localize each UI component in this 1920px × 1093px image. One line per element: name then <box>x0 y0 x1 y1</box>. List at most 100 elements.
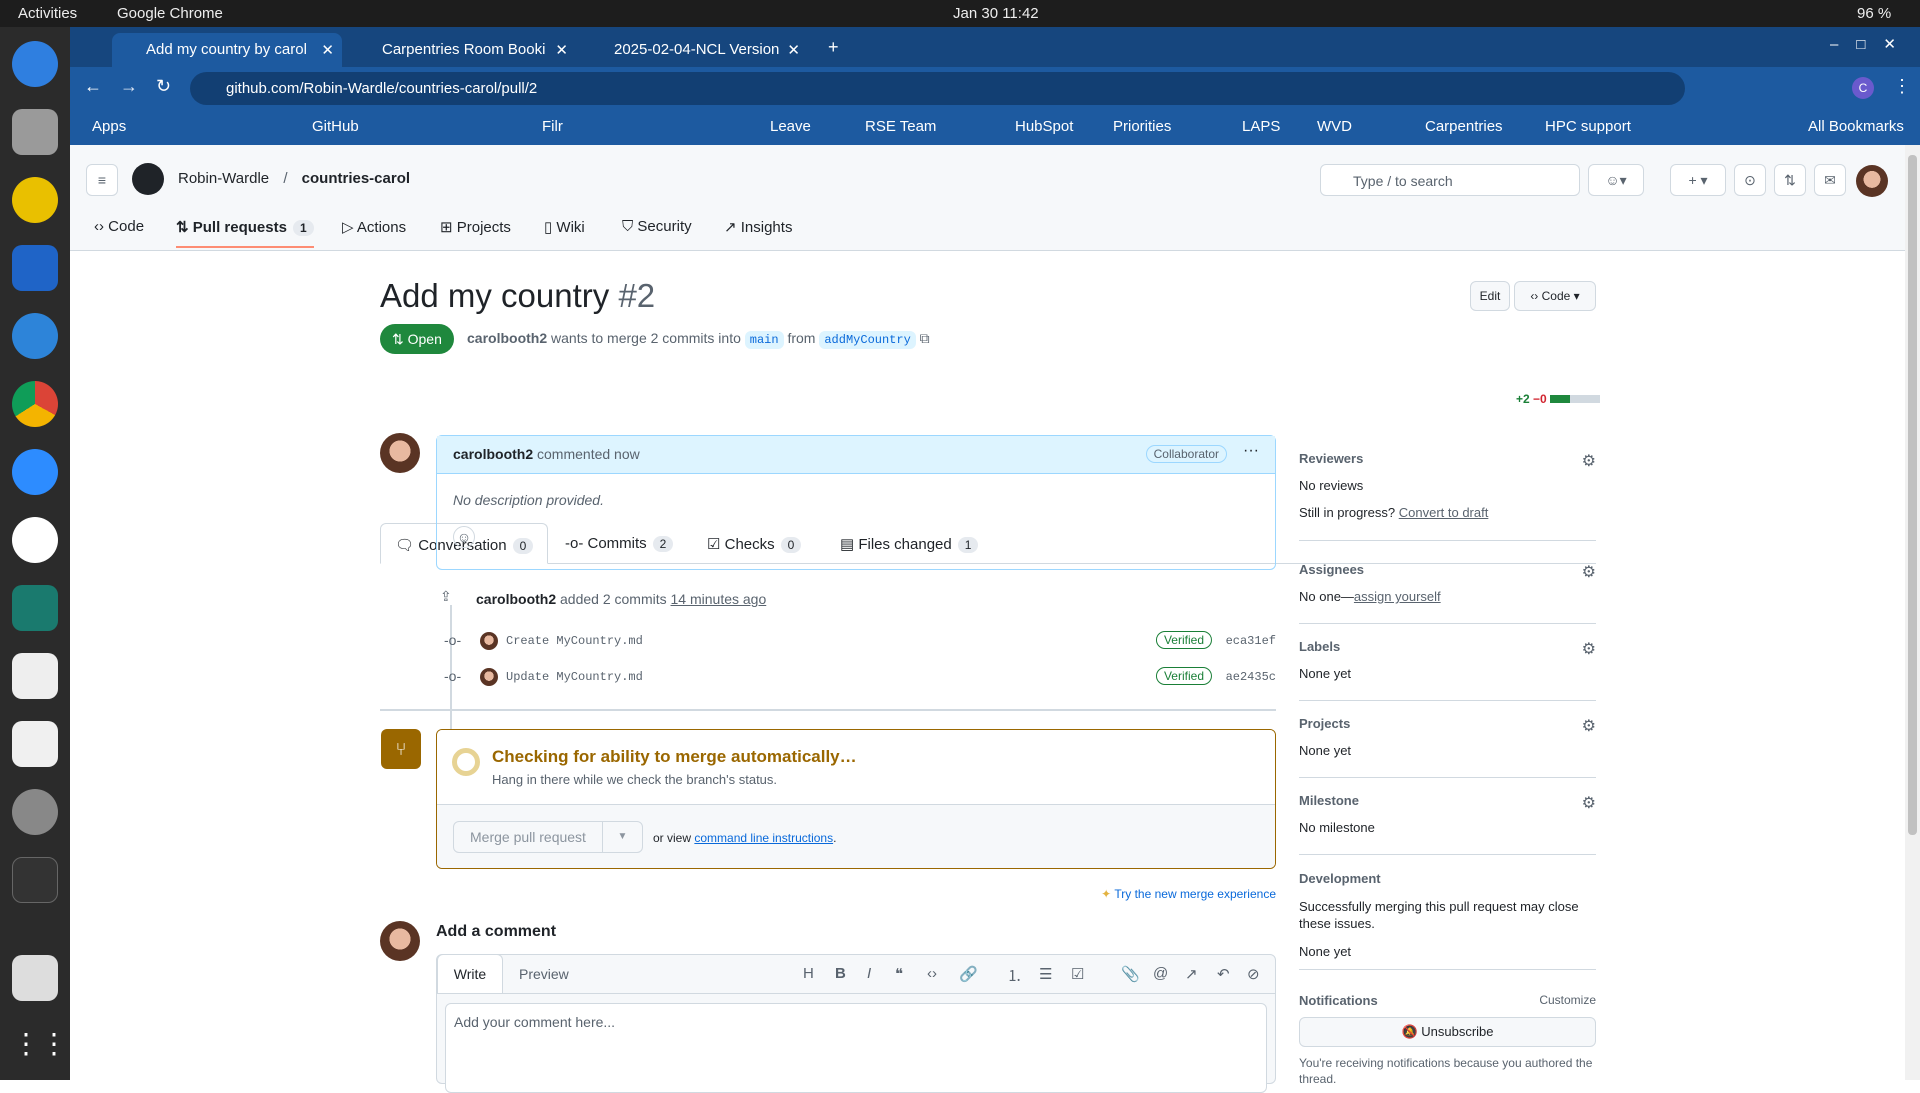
preview-tab[interactable]: Preview <box>519 966 569 982</box>
forward-icon[interactable]: → <box>120 76 138 97</box>
slack-icon[interactable] <box>12 517 58 563</box>
browser-tab[interactable]: Carpentries Room Booki ✕ <box>348 33 576 67</box>
address-bar[interactable]: github.com/Robin-Wardle/countries-carol/… <box>190 72 1685 105</box>
app-icon[interactable] <box>12 585 58 631</box>
mention-icon[interactable]: @ <box>1153 965 1168 982</box>
trash-icon[interactable] <box>12 955 58 1001</box>
menu-icon[interactable]: ⋮ <box>1893 76 1911 97</box>
reply-icon[interactable]: ↶ <box>1217 965 1230 983</box>
more-options-icon[interactable]: ··· <box>1243 442 1259 460</box>
verified-badge[interactable]: Verified <box>1155 667 1212 685</box>
close-icon[interactable]: ✕ <box>787 41 800 59</box>
commit-sha[interactable]: eca31ef <box>1226 634 1276 648</box>
bookmark[interactable]: Apps <box>92 118 126 135</box>
bold-icon[interactable]: B <box>835 965 846 982</box>
browser-tab[interactable]: 2025-02-04-NCL Version ✕ <box>580 33 808 67</box>
terminal-icon[interactable] <box>12 857 58 903</box>
event-author[interactable]: carolbooth2 <box>476 591 556 607</box>
italic-icon[interactable]: I <box>867 965 871 982</box>
customize-link[interactable]: Customize <box>1539 993 1596 1007</box>
profile-avatar[interactable]: C <box>1852 77 1874 99</box>
author-link[interactable]: carolbooth2 <box>467 330 547 346</box>
commit-message[interactable]: Create MyCountry.md <box>506 634 643 648</box>
search-input[interactable]: Type / to search <box>1320 164 1580 196</box>
bookmark[interactable]: Leave <box>770 118 811 135</box>
clock[interactable]: Jan 30 11:42 <box>953 5 1039 22</box>
bookmark-folder[interactable]: Carpentries <box>1425 118 1503 135</box>
gear-icon[interactable]: ⚙ <box>1582 451 1596 471</box>
commit-message[interactable]: Update MyCountry.md <box>506 670 643 684</box>
quote-icon[interactable]: ❝ <box>895 965 903 983</box>
nav-wiki[interactable]: ▯ Wiki <box>544 218 585 236</box>
bookmark[interactable]: Filr <box>542 118 563 135</box>
writer-icon[interactable] <box>12 245 58 291</box>
github-logo-icon[interactable] <box>132 163 164 195</box>
text-editor-icon[interactable] <box>12 721 58 767</box>
bookmark[interactable]: Priorities <box>1113 118 1171 135</box>
bookmark[interactable]: HubSpot <box>1015 118 1073 135</box>
edit-button[interactable]: Edit <box>1470 281 1510 311</box>
comment-time[interactable]: commented now <box>537 446 640 462</box>
cross-reference-icon[interactable]: ↗ <box>1185 965 1198 983</box>
bookmark-folder[interactable]: GitHub <box>312 118 359 135</box>
author-avatar[interactable] <box>380 433 420 473</box>
head-branch[interactable]: addMyCountry <box>819 331 916 349</box>
activities-button[interactable]: Activities <box>18 5 77 22</box>
issues-icon[interactable]: ⊙ <box>1734 164 1766 196</box>
nav-insights[interactable]: ↗ Insights <box>724 218 792 236</box>
merge-dropdown-icon[interactable]: ▼ <box>602 822 642 852</box>
unsubscribe-button[interactable]: 🔕 Unsubscribe <box>1299 1017 1596 1047</box>
new-tab-icon[interactable]: + <box>828 37 839 58</box>
sidebar-heading[interactable]: Labels <box>1299 639 1596 654</box>
close-icon[interactable]: ✕ <box>555 41 568 59</box>
chrome-icon[interactable] <box>12 381 58 427</box>
convert-to-draft-link[interactable]: Convert to draft <box>1399 505 1489 520</box>
create-new-button[interactable]: + ▾ <box>1670 164 1726 196</box>
assign-yourself-link[interactable]: assign yourself <box>1354 589 1441 604</box>
repo-owner-link[interactable]: Robin-Wardle <box>178 170 269 187</box>
heading-icon[interactable]: H <box>803 965 814 982</box>
attach-icon[interactable]: 📎 <box>1121 965 1140 983</box>
bookmark[interactable]: LAPS <box>1242 118 1280 135</box>
sidebar-heading[interactable]: Projects <box>1299 716 1596 731</box>
copilot-button[interactable]: ☺▾ <box>1588 164 1644 196</box>
bookmark[interactable]: WVD <box>1317 118 1352 135</box>
inbox-icon[interactable]: ✉ <box>1814 164 1846 196</box>
scrollbar-thumb[interactable] <box>1908 155 1917 835</box>
nav-actions[interactable]: ▷ Actions <box>342 218 406 236</box>
gear-icon[interactable]: ⚙ <box>1582 639 1596 659</box>
repo-name-link[interactable]: countries-carol <box>302 170 410 187</box>
try-new-merge-link[interactable]: ✦ Try the new merge experience <box>1090 887 1276 901</box>
thunderbird-icon[interactable] <box>12 41 58 87</box>
help-icon[interactable] <box>12 313 58 359</box>
slash-commands-icon[interactable]: ⊘ <box>1247 965 1260 983</box>
add-reaction-icon[interactable]: ☺ <box>453 526 475 548</box>
verified-badge[interactable]: Verified <box>1155 631 1212 649</box>
bookmark[interactable]: RSE Team <box>865 118 936 135</box>
files-icon[interactable] <box>12 109 58 155</box>
nav-security[interactable]: ⛉ Security <box>622 218 692 235</box>
page-scrollbar[interactable] <box>1905 145 1920 1080</box>
reload-icon[interactable]: ↻ <box>156 76 171 97</box>
all-bookmarks[interactable]: All Bookmarks <box>1808 118 1904 135</box>
window-controls[interactable]: –□✕ <box>1830 35 1914 53</box>
sidebar-heading[interactable]: Milestone <box>1299 793 1596 808</box>
nav-code[interactable]: ‹› Code <box>94 218 144 235</box>
copy-icon[interactable]: ⧉ <box>920 330 930 346</box>
nav-projects[interactable]: ⊞ Projects <box>440 218 511 236</box>
commit-sha[interactable]: ae2435c <box>1226 670 1276 684</box>
write-tab[interactable]: Write <box>437 954 503 994</box>
zoom-icon[interactable] <box>12 449 58 495</box>
base-branch[interactable]: main <box>744 331 784 349</box>
merge-pull-request-button[interactable]: Merge pull request ▼ <box>453 821 643 853</box>
nav-pull-requests[interactable]: ⇅ Pull requests 1 <box>176 218 314 248</box>
close-icon[interactable]: ✕ <box>321 41 334 59</box>
settings-icon[interactable] <box>12 789 58 835</box>
browser-tab-active[interactable]: Add my country by carol ✕ <box>112 33 342 67</box>
code-icon[interactable]: ‹› <box>927 965 937 982</box>
bookmark-folder[interactable]: HPC support <box>1545 118 1631 135</box>
show-apps-icon[interactable]: ⋮⋮ <box>12 1027 68 1073</box>
link-icon[interactable]: 🔗 <box>959 965 978 983</box>
command-line-instructions-link[interactable]: command line instructions <box>694 831 833 845</box>
comment-author[interactable]: carolbooth2 <box>453 446 533 462</box>
